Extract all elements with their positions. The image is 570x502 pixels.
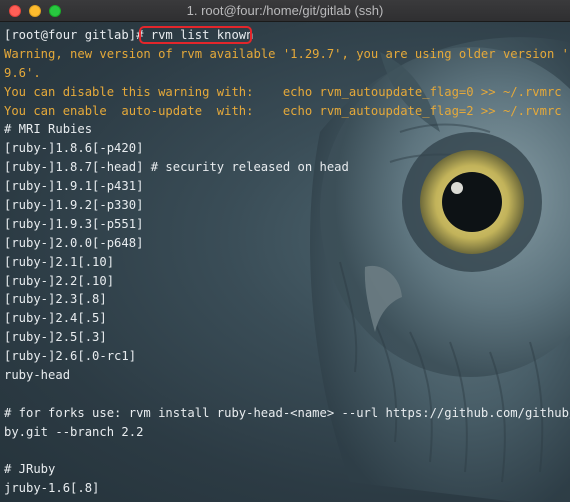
terminal-line: [ruby-]1.9.1[-p431] [4, 179, 144, 194]
terminal-line: [ruby-]2.5[.3] [4, 330, 107, 345]
terminal-window: 1. root@four:/home/git/gitlab (ssh) [roo… [0, 0, 570, 502]
terminal-line: [ruby-]2.0.0[-p648] [4, 235, 144, 250]
terminal-line: [ruby-]1.8.6[-p420] [4, 141, 144, 156]
terminal-line: # for forks use: rvm install ruby-head-<… [4, 405, 570, 420]
terminal-line: [ruby-]1.9.3[-p551] [4, 216, 144, 231]
terminal-line: 9.6'. [4, 65, 41, 80]
window-title: 1. root@four:/home/git/gitlab (ssh) [186, 3, 384, 18]
terminal-line: [ruby-]2.3[.8] [4, 292, 107, 307]
terminal-lines: [root@four gitlab]# rvm list known Warnin… [4, 26, 570, 498]
terminal-line: [ruby-]1.9.2[-p330] [4, 198, 144, 213]
terminal-line: jruby-1.6[.8] [4, 481, 100, 496]
terminal-output-area[interactable]: [root@four gitlab]# rvm list known Warnin… [0, 22, 570, 502]
terminal-line: [ruby-]1.8.7[-head] # security released … [4, 160, 349, 175]
title-bar[interactable]: 1. root@four:/home/git/gitlab (ssh) [0, 0, 570, 22]
terminal-line: [ruby-]2.1[.10] [4, 254, 115, 269]
terminal-line: [ruby-]2.6[.0-rc1] [4, 349, 137, 364]
terminal-line: ruby-head [4, 368, 71, 383]
terminal-line: by.git --branch 2.2 [4, 424, 144, 439]
terminal-line: Warning, new version of rvm available '1… [4, 46, 570, 61]
terminal-line: # JRuby [4, 462, 56, 477]
command-highlight-box [139, 26, 252, 44]
terminal-line: [ruby-]2.4[.5] [4, 311, 107, 326]
terminal-line: [root@four gitlab]# rvm list known [4, 28, 254, 42]
terminal-line: [ruby-]2.2[.10] [4, 273, 115, 288]
terminal-line: You can enable auto-update with: echo rv… [4, 103, 562, 118]
terminal-line: You can disable this warning with: echo … [4, 84, 562, 99]
terminal-line: # MRI Rubies [4, 122, 93, 137]
